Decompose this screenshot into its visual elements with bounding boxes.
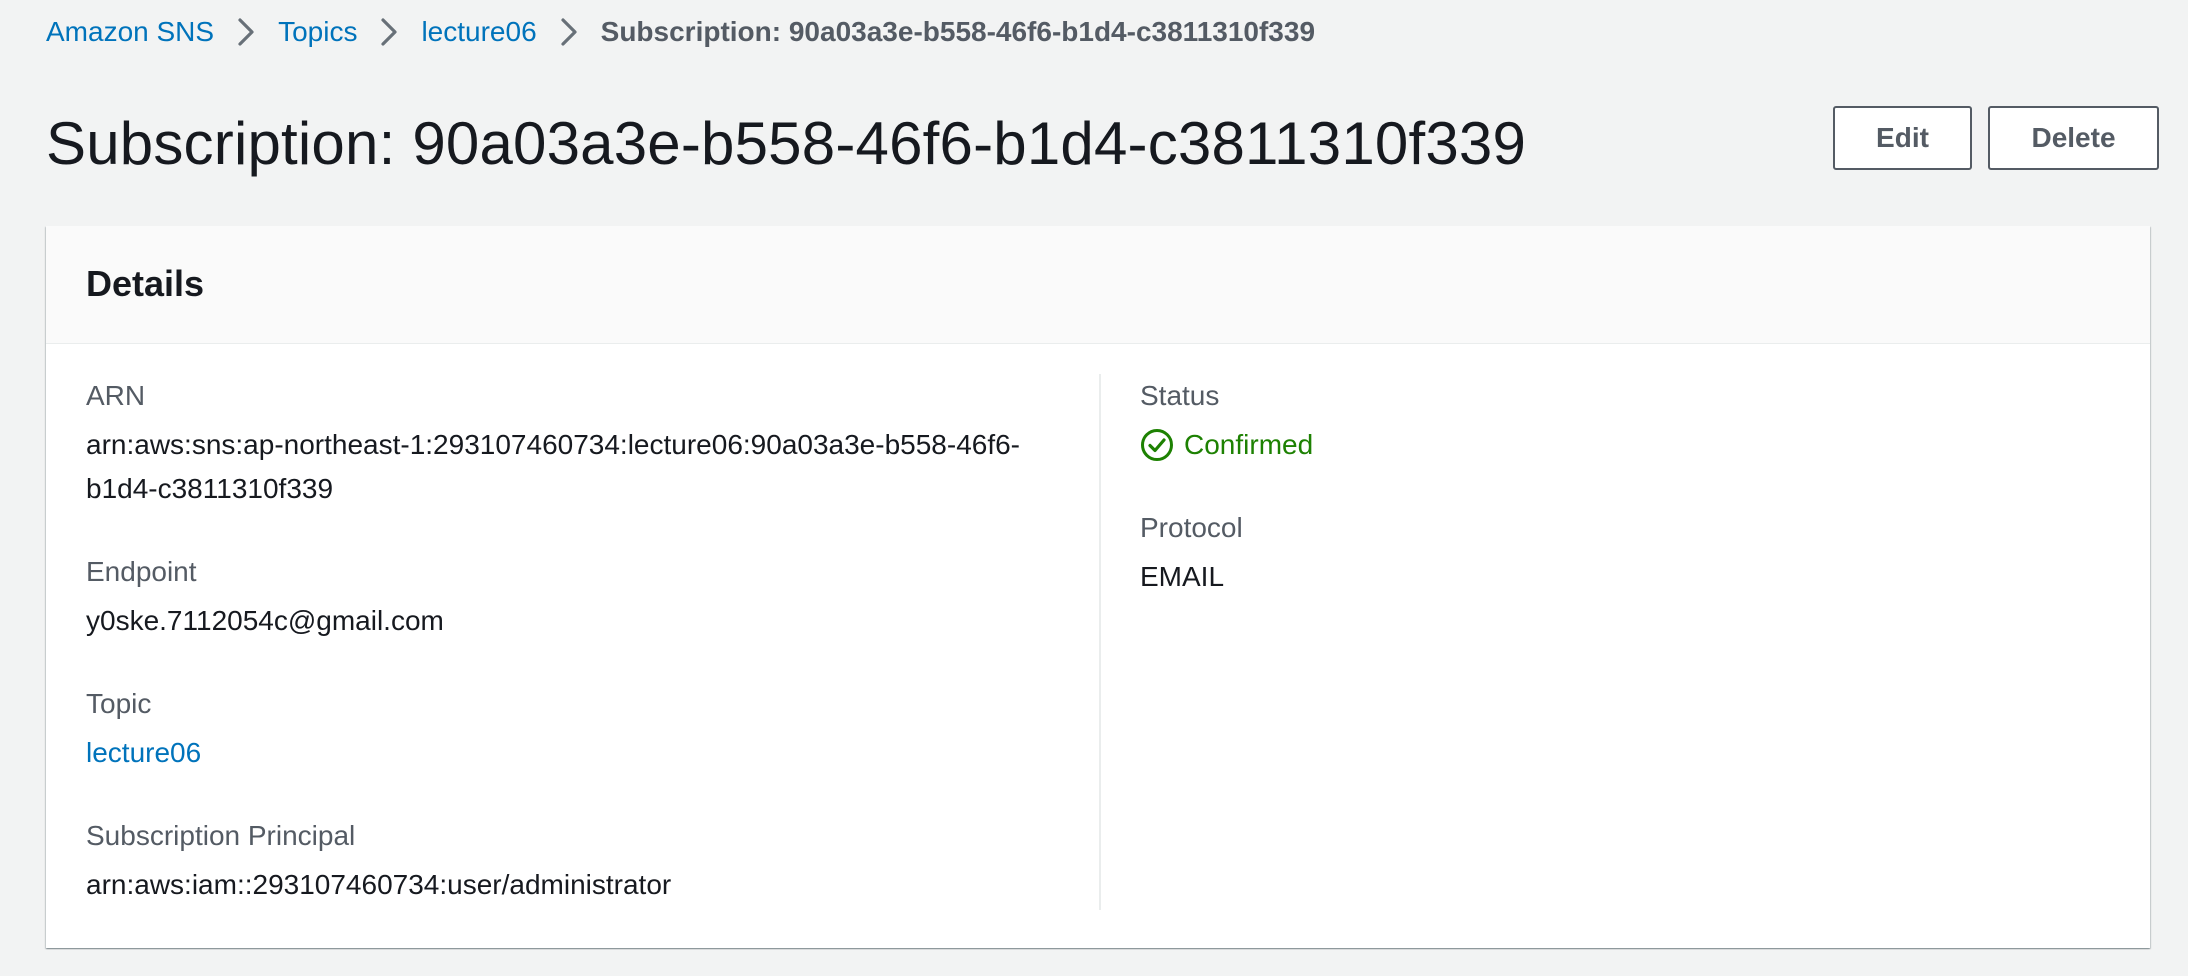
- arn-value-line2: b1d4-c3811310f339: [86, 473, 334, 504]
- subscription-principal-value: arn:aws:iam::293107460734:user/administr…: [86, 869, 672, 900]
- topic-field: Topic lecture06: [86, 686, 201, 775]
- chevron-right-icon: [537, 12, 601, 52]
- details-title: Details: [86, 263, 205, 304]
- protocol-value: EMAIL: [1140, 561, 1225, 592]
- page-title: Subscription: 90a03a3e-b558-46f6-b1d4-c3…: [46, 110, 1527, 177]
- protocol-field: Protocol EMAIL: [1140, 510, 1243, 599]
- endpoint-value: y0ske.7112054c@gmail.com: [86, 605, 444, 636]
- details-panel-header: Details: [46, 226, 2150, 344]
- subscription-principal-field: Subscription Principal arn:aws:iam::2931…: [86, 818, 671, 907]
- arn-value-line1: arn:aws:sns:ap-northeast-1:293107460734:…: [86, 429, 1021, 460]
- topic-label: Topic: [86, 688, 152, 719]
- status-field: Status Confirmed: [1140, 378, 1313, 467]
- delete-button[interactable]: Delete: [1988, 106, 2159, 170]
- breadcrumb-topics[interactable]: Topics: [278, 16, 357, 48]
- breadcrumb: Amazon SNS Topics lecture06 Subscription…: [46, 12, 1315, 52]
- edit-button[interactable]: Edit: [1833, 106, 1972, 170]
- chevron-right-icon: [214, 12, 278, 52]
- breadcrumb-amazon-sns[interactable]: Amazon SNS: [46, 16, 214, 48]
- arn-label: ARN: [86, 380, 146, 411]
- check-circle-icon: [1140, 428, 1174, 462]
- topic-link[interactable]: lecture06: [86, 737, 201, 768]
- arn-value: arn:aws:sns:ap-northeast-1:293107460734:…: [86, 423, 1020, 511]
- breadcrumb-current: Subscription: 90a03a3e-b558-46f6-b1d4-c3…: [600, 16, 1316, 47]
- status-label: Status: [1140, 380, 1220, 411]
- status-value: Confirmed: [1140, 423, 1313, 467]
- endpoint-field: Endpoint y0ske.7112054c@gmail.com: [86, 554, 444, 643]
- details-panel: Details ARN arn:aws:sns:ap-northeast-1:2…: [46, 226, 2150, 948]
- status-text: Confirmed: [1184, 429, 1314, 460]
- arn-field: ARN arn:aws:sns:ap-northeast-1:293107460…: [86, 378, 1020, 511]
- protocol-label: Protocol: [1140, 512, 1243, 543]
- chevron-right-icon: [357, 12, 421, 52]
- breadcrumb-lecture06[interactable]: lecture06: [421, 16, 536, 48]
- endpoint-label: Endpoint: [86, 556, 197, 587]
- subscription-principal-label: Subscription Principal: [86, 820, 356, 851]
- column-divider: [1099, 374, 1101, 910]
